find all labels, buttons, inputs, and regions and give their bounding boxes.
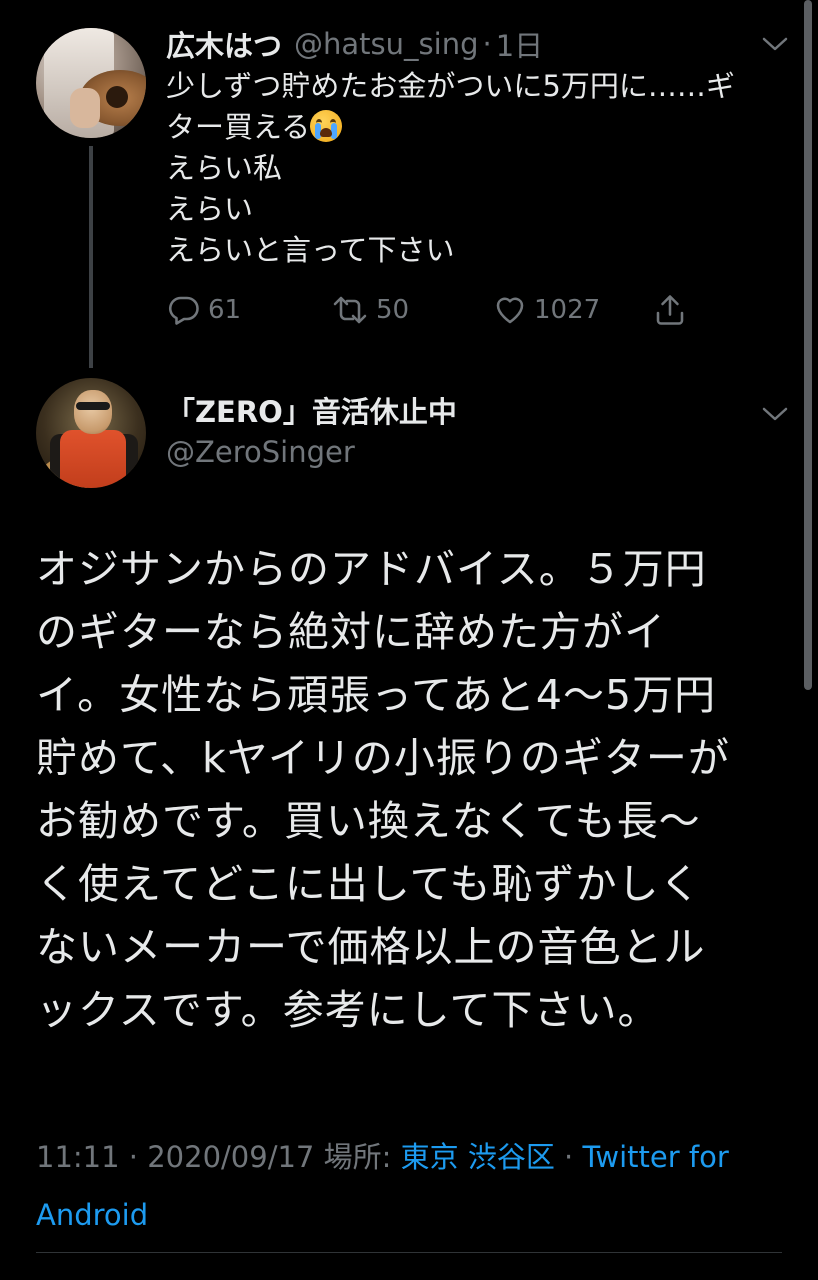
divider bbox=[36, 1252, 782, 1253]
avatar[interactable] bbox=[36, 28, 146, 138]
tweet-meta: 11:11 · 2020/09/17 場所: 東京 渋谷区 · Twitter … bbox=[36, 1128, 776, 1244]
handle[interactable]: @ZeroSinger bbox=[166, 432, 355, 472]
tweet-text: オジサンからのアドバイス。５万円 のギターなら絶対に辞めた方がイ イ。女性なら頑… bbox=[36, 538, 776, 1042]
tweet-text-line: お勧めです。買い換えなくても長〜 bbox=[36, 797, 701, 845]
separator: · bbox=[564, 1140, 574, 1174]
location-label: 場所: bbox=[323, 1140, 392, 1174]
retweet-count: 50 bbox=[376, 295, 410, 325]
avatar[interactable] bbox=[36, 378, 146, 488]
meta-line: Android bbox=[36, 1186, 776, 1244]
source-link[interactable]: Android bbox=[36, 1198, 148, 1232]
tweet-text-line: ックスです。参考にして下さい。 bbox=[36, 986, 660, 1034]
tweet-text-line: ター買える bbox=[166, 107, 766, 148]
chevron-down-icon[interactable] bbox=[762, 406, 788, 422]
location-link[interactable]: 東京 渋谷区 bbox=[401, 1140, 555, 1174]
share-icon bbox=[652, 292, 688, 328]
separator: · bbox=[128, 1140, 139, 1174]
tweet-text-line: イ。女性なら頑張ってあと4〜5万円 bbox=[36, 671, 717, 719]
tweet-text: 少しずつ貯めたお金がついに5万円に……ギ ター買える えらい私 えらい えらいと… bbox=[166, 66, 766, 271]
tweet-text-line: のギターなら絶対に辞めた方がイ bbox=[36, 608, 666, 656]
tweet-header: 広木はつ @hatsu_sing · 1日 bbox=[166, 24, 543, 64]
tweet-text-line: 貯めて、kヤイリの小振りのギターが bbox=[36, 734, 730, 782]
meta-line: 11:11 · 2020/09/17 場所: 東京 渋谷区 · Twitter … bbox=[36, 1128, 776, 1186]
tweet-text-line: えらい私 bbox=[166, 151, 283, 185]
display-name[interactable]: 「ZERO」音活休止中 bbox=[166, 392, 457, 432]
like-icon bbox=[492, 292, 528, 328]
separator: · bbox=[482, 27, 492, 61]
timestamp[interactable]: 1日 bbox=[496, 23, 543, 65]
tweet-text-line: えらい bbox=[166, 192, 254, 226]
reply-button[interactable]: 61 bbox=[166, 288, 241, 332]
handle[interactable]: @hatsu_sing bbox=[294, 27, 478, 61]
chevron-down-icon[interactable] bbox=[762, 36, 788, 52]
parent-tweet[interactable]: 広木はつ @hatsu_sing · 1日 少しずつ貯めたお金がついに5万円に…… bbox=[0, 0, 818, 370]
source-link[interactable]: Twitter for bbox=[582, 1140, 728, 1174]
like-button[interactable]: 1027 bbox=[492, 288, 600, 332]
display-name[interactable]: 広木はつ bbox=[166, 23, 282, 65]
tweet-text-line: オジサンからのアドバイス。５万円 bbox=[36, 545, 707, 593]
tweet-text-line: ないメーカーで価格以上の音色とル bbox=[36, 923, 706, 971]
share-button[interactable] bbox=[652, 288, 688, 332]
reply-icon bbox=[166, 292, 202, 328]
tweet-text-line: えらいと言って下さい bbox=[166, 233, 455, 267]
loudly-crying-face-icon bbox=[310, 110, 343, 142]
reply-count: 61 bbox=[208, 295, 242, 325]
retweet-button[interactable]: 50 bbox=[330, 288, 409, 332]
like-count: 1027 bbox=[534, 295, 601, 325]
scrollbar[interactable] bbox=[804, 0, 812, 690]
thread-line bbox=[89, 146, 93, 368]
tweet-text-line: く使えてどこに出しても恥ずかしく bbox=[36, 860, 702, 908]
tweet-text-fragment: ター買える bbox=[166, 110, 311, 144]
retweet-icon bbox=[330, 292, 370, 328]
tweet-text-line: 少しずつ貯めたお金がついに5万円に……ギ bbox=[166, 69, 735, 103]
tweet-date[interactable]: 2020/09/17 bbox=[147, 1140, 314, 1174]
tweet-actions: 61 50 1027 bbox=[166, 288, 726, 332]
tweet-time[interactable]: 11:11 bbox=[36, 1140, 120, 1174]
